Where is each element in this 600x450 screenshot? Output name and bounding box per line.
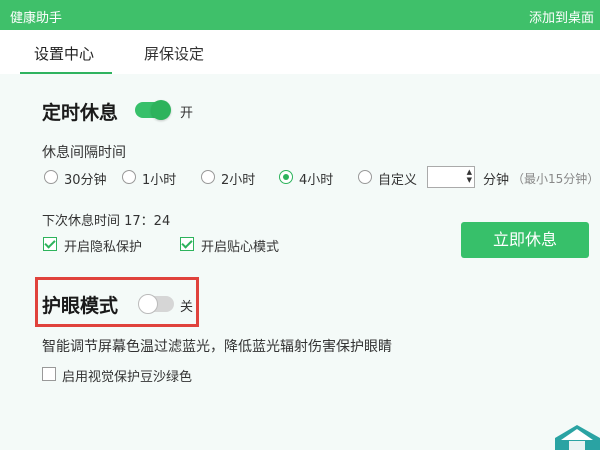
- rest-interval-label: 休息间隔时间: [42, 145, 126, 161]
- radio-2hours-label: 2小时: [221, 173, 256, 188]
- spinner-arrows-icon[interactable]: ▲ ▼: [467, 168, 472, 184]
- eye-care-description: 智能调节屏幕色温过滤蓝光，降低蓝光辐射伤害保护眼睛: [42, 339, 392, 355]
- eye-care-title: 护眼模式: [42, 295, 119, 317]
- house-icon: [555, 425, 600, 450]
- settings-panel: [0, 74, 600, 450]
- timed-rest-title: 定时休息: [42, 102, 119, 124]
- toggle-knob: [138, 294, 158, 314]
- radio-custom[interactable]: [358, 170, 372, 184]
- toggle-knob: [151, 100, 171, 120]
- custom-unit-label: 分钟: [483, 173, 510, 188]
- eye-care-toggle[interactable]: [138, 294, 174, 314]
- next-rest-time: 下次休息时间 17：24: [42, 214, 171, 229]
- timed-rest-toggle-state: 开: [180, 106, 194, 121]
- tab-screensaver[interactable]: 屏保设定: [144, 43, 204, 64]
- care-mode-checkbox[interactable]: [180, 237, 194, 251]
- bean-green-label: 启用视觉保护豆沙绿色: [62, 370, 193, 385]
- radio-custom-label: 自定义: [378, 173, 418, 188]
- radio-4hours-label: 4小时: [299, 173, 334, 188]
- tab-bar: 设置中心 屏保设定: [0, 30, 600, 74]
- custom-minimum-hint: （最小15分钟）: [512, 172, 600, 186]
- add-to-desktop-link[interactable]: 添加到桌面: [529, 7, 594, 26]
- radio-1hour-label: 1小时: [142, 173, 177, 188]
- care-mode-label: 开启贴心模式: [201, 240, 280, 255]
- timed-rest-toggle[interactable]: [135, 100, 171, 120]
- bean-green-checkbox[interactable]: [42, 367, 56, 381]
- radio-4hours[interactable]: [279, 170, 293, 184]
- custom-minutes-spinner[interactable]: ▲ ▼: [427, 166, 475, 188]
- eye-care-toggle-state: 关: [180, 300, 194, 315]
- radio-30min-label: 30分钟: [64, 173, 107, 188]
- tab-settings-center[interactable]: 设置中心: [34, 43, 94, 64]
- radio-2hours[interactable]: [201, 170, 215, 184]
- title-bar: 健康助手 添加到桌面: [0, 0, 600, 30]
- privacy-checkbox[interactable]: [43, 237, 57, 251]
- radio-30min[interactable]: [44, 170, 58, 184]
- rest-now-button[interactable]: 立即休息: [461, 222, 589, 258]
- privacy-label: 开启隐私保护: [64, 240, 143, 255]
- app-title: 健康助手: [10, 11, 63, 26]
- radio-1hour[interactable]: [122, 170, 136, 184]
